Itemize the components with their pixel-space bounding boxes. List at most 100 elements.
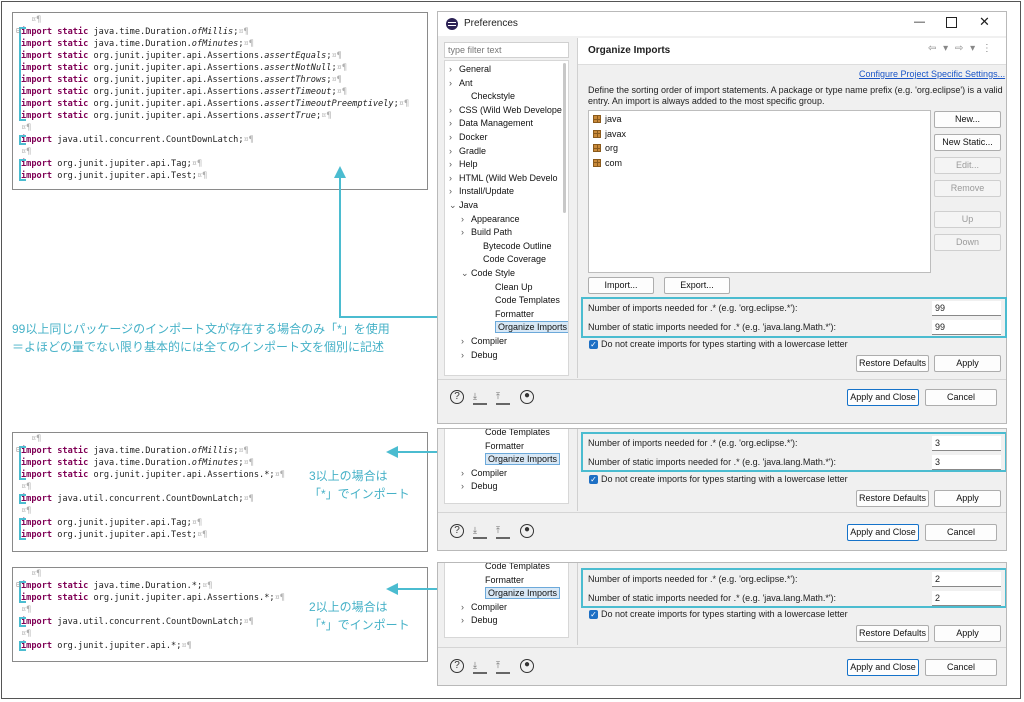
- imports-threshold-input-2[interactable]: 3: [932, 436, 1001, 451]
- chevron-right-icon[interactable]: ›: [449, 131, 459, 144]
- down-button[interactable]: Down: [934, 234, 1001, 251]
- tree-item[interactable]: › Help: [449, 158, 478, 171]
- apply-and-close-button-2[interactable]: Apply and Close: [847, 524, 919, 541]
- tree-item[interactable]: Clean Up: [485, 281, 533, 294]
- chevron-right-icon[interactable]: ›: [449, 117, 459, 130]
- tree-item[interactable]: › Debug: [461, 614, 498, 627]
- lowercase-checkbox[interactable]: ✓: [589, 340, 598, 349]
- tree-item[interactable]: › Compiler: [461, 335, 507, 348]
- tree-scrollbar[interactable]: [563, 63, 566, 213]
- imports-threshold-input-3[interactable]: 2: [932, 572, 1001, 587]
- chevron-right-icon[interactable]: ›: [449, 77, 459, 90]
- export-prefs-icon-2[interactable]: ⤒: [496, 525, 510, 539]
- chevron-right-icon[interactable]: ›: [461, 467, 471, 480]
- record-icon-3[interactable]: ●: [520, 659, 534, 673]
- export-prefs-icon-3[interactable]: ⤒: [496, 660, 510, 674]
- import-button[interactable]: Import...: [588, 277, 654, 294]
- chevron-right-icon[interactable]: ›: [461, 349, 471, 362]
- nav-arrows[interactable]: ⇦ ▾ ⇨ ▾ ⋮: [928, 43, 994, 54]
- apply-button[interactable]: Apply: [934, 355, 1001, 372]
- cancel-button-2[interactable]: Cancel: [925, 524, 997, 541]
- apply-and-close-button[interactable]: Apply and Close: [847, 389, 919, 406]
- lowercase-checkbox-3[interactable]: ✓: [589, 610, 598, 619]
- import-group-item[interactable]: javax: [593, 128, 626, 141]
- tree-item[interactable]: › Debug: [461, 480, 498, 493]
- apply-button-2[interactable]: Apply: [934, 490, 1001, 507]
- tree-item[interactable]: › CSS (Wild Web Develope: [449, 104, 562, 117]
- tree-item[interactable]: › Install/Update: [449, 185, 514, 198]
- chevron-right-icon[interactable]: ›: [449, 104, 459, 117]
- import-group-item[interactable]: com: [593, 157, 622, 170]
- tree-item[interactable]: › Docker: [449, 131, 488, 144]
- chevron-right-icon[interactable]: ›: [461, 601, 471, 614]
- tree-item[interactable]: › Debug: [461, 349, 498, 362]
- tree-item[interactable]: Code Templates: [485, 429, 550, 439]
- help-icon[interactable]: ?: [450, 390, 464, 404]
- edit-button[interactable]: Edit...: [934, 157, 1001, 174]
- tree-item[interactable]: Formatter: [485, 574, 524, 587]
- tree-item[interactable]: Code Coverage: [473, 253, 546, 266]
- record-icon-2[interactable]: ●: [520, 524, 534, 538]
- tree-item[interactable]: › Compiler: [461, 467, 507, 480]
- tree-item[interactable]: Organize Imports: [485, 321, 568, 334]
- tree-item[interactable]: Checkstyle: [461, 90, 515, 103]
- chevron-down-icon[interactable]: ⌄: [461, 267, 471, 280]
- export-button[interactable]: Export...: [664, 277, 730, 294]
- tree-item[interactable]: › Ant: [449, 77, 473, 90]
- export-prefs-icon[interactable]: ⤒: [496, 391, 510, 405]
- chevron-right-icon[interactable]: ›: [449, 158, 459, 171]
- maximize-button[interactable]: [946, 17, 957, 28]
- tree-item[interactable]: Formatter: [485, 308, 534, 321]
- chevron-right-icon[interactable]: ›: [461, 226, 471, 239]
- import-group-item[interactable]: org: [593, 142, 618, 155]
- help-icon-2[interactable]: ?: [450, 524, 464, 538]
- tree-item[interactable]: › Data Management: [449, 117, 533, 130]
- up-button[interactable]: Up: [934, 211, 1001, 228]
- cancel-button-3[interactable]: Cancel: [925, 659, 997, 676]
- sash-divider[interactable]: [577, 38, 578, 378]
- import-prefs-icon-3[interactable]: ⤓: [473, 660, 487, 674]
- apply-button-3[interactable]: Apply: [934, 625, 1001, 642]
- cancel-button[interactable]: Cancel: [925, 389, 997, 406]
- tree-item[interactable]: Organize Imports: [485, 453, 561, 466]
- tree-item[interactable]: ⌄ Code Style: [461, 267, 515, 280]
- tree-item[interactable]: › Compiler: [461, 601, 507, 614]
- chevron-right-icon[interactable]: ›: [449, 63, 459, 76]
- chevron-right-icon[interactable]: ›: [461, 480, 471, 493]
- tree-item[interactable]: Code Templates: [485, 563, 550, 573]
- chevron-right-icon[interactable]: ›: [461, 213, 471, 226]
- tree-item[interactable]: › General: [449, 63, 491, 76]
- new-button[interactable]: New...: [934, 111, 1001, 128]
- import-prefs-icon[interactable]: ⤓: [473, 391, 487, 405]
- chevron-right-icon[interactable]: ›: [461, 614, 471, 627]
- tree-item[interactable]: Bytecode Outline: [473, 240, 552, 253]
- tree-item[interactable]: › Build Path: [461, 226, 512, 239]
- tree-item[interactable]: › Gradle: [449, 145, 486, 158]
- new-static-button[interactable]: New Static...: [934, 134, 1001, 151]
- chevron-right-icon[interactable]: ›: [449, 172, 459, 185]
- remove-button[interactable]: Remove: [934, 180, 1001, 197]
- tree-item[interactable]: Formatter: [485, 440, 524, 453]
- apply-and-close-button-3[interactable]: Apply and Close: [847, 659, 919, 676]
- import-prefs-icon-2[interactable]: ⤓: [473, 525, 487, 539]
- tree-item[interactable]: › Appearance: [461, 213, 520, 226]
- import-group-item[interactable]: java: [593, 113, 622, 126]
- tree-item[interactable]: Organize Imports: [485, 587, 561, 600]
- tree-item[interactable]: › HTML (Wild Web Develo: [449, 172, 558, 185]
- restore-defaults-button[interactable]: Restore Defaults: [856, 355, 929, 372]
- tree-item[interactable]: Code Templates: [485, 294, 560, 307]
- chevron-right-icon[interactable]: ›: [449, 185, 459, 198]
- help-icon-3[interactable]: ?: [450, 659, 464, 673]
- filter-input[interactable]: type filter text: [444, 42, 569, 58]
- minimize-button[interactable]: —: [914, 16, 925, 28]
- chevron-right-icon[interactable]: ›: [461, 335, 471, 348]
- chevron-right-icon[interactable]: ›: [449, 145, 459, 158]
- static-threshold-input-3[interactable]: 2: [932, 591, 1001, 606]
- restore-defaults-button-2[interactable]: Restore Defaults: [856, 490, 929, 507]
- imports-threshold-input[interactable]: 99: [932, 301, 1001, 316]
- close-window-button[interactable]: ✕: [979, 14, 990, 30]
- tree-item[interactable]: ⌄ Java: [449, 199, 478, 212]
- chevron-down-icon[interactable]: ⌄: [449, 199, 459, 212]
- lowercase-checkbox-2[interactable]: ✓: [589, 475, 598, 484]
- static-threshold-input-2[interactable]: 3: [932, 455, 1001, 470]
